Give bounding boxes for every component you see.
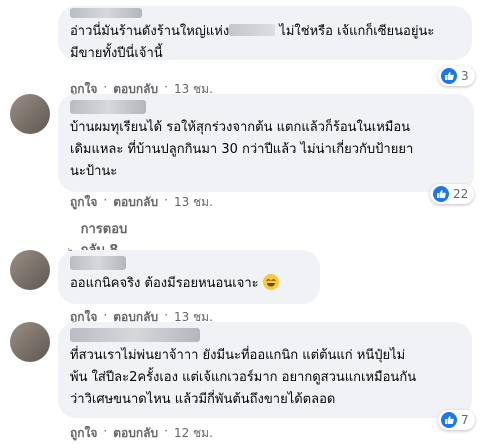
like-link[interactable]: ถูกใจ [70,193,97,212]
comment-author-blurred[interactable] [70,256,126,270]
comment-text: บ้านผมทุเรียนได้ รอให้สุกร่วงจากต้น แตกแ… [70,120,414,179]
thumbs-up-icon [441,412,457,428]
laughing-emoji-icon [262,274,279,290]
reaction-number: 7 [461,413,469,427]
reaction-count[interactable]: 3 [438,66,475,86]
comment-author-blurred[interactable] [70,328,200,342]
avatar[interactable] [10,94,50,134]
like-link[interactable]: ถูกใจ [70,424,97,443]
reply-link[interactable]: ตอบกลับ [113,424,158,443]
avatar[interactable] [10,322,50,362]
reply-link[interactable]: ตอบกลับ [113,193,158,212]
timestamp[interactable]: 13 ชม. [174,193,213,212]
reaction-count[interactable]: 22 [430,184,475,204]
avatar[interactable] [10,250,50,290]
comment-bubble[interactable]: บ้านผมทุเรียนได้ รอให้สุกร่วงจากต้น แตกแ… [58,94,474,192]
comment-text: ออแกนิคจริง ต้องมีรอยหนอนเจาะ [70,276,259,291]
comment-bubble[interactable]: อ่าวนี่มันร้านดังร้านใหญ่แห่ง ไม่ใช่หรือ… [58,6,472,61]
reaction-number: 22 [453,187,469,201]
thumbs-up-icon [441,68,457,84]
comment-author-blurred[interactable] [70,8,142,18]
comment-text: ที่สวนเราไม่พ่นยาจ้าาา ยังมีนะที่ออแกนิก… [70,348,417,407]
comment-actions: ถูกใจ · ตอบกลับ · 13 ชม. [70,193,213,212]
reaction-count[interactable]: 7 [438,410,475,430]
timestamp[interactable]: 12 ชม. [174,424,213,443]
comment-actions: ถูกใจ · ตอบกลับ · 12 ชม. [70,424,213,443]
comment-text: อ่าวนี่มันร้านดังร้านใหญ่แห่ง [70,24,230,39]
comment-bubble[interactable]: ที่สวนเราไม่พ่นยาจ้าาา ยังมีนะที่ออแกนิก… [58,322,472,418]
comment-bubble[interactable]: ออแกนิคจริง ต้องมีรอยหนอนเจาะ [58,250,320,304]
censored-word [229,24,276,36]
comment-author-blurred[interactable] [70,100,146,114]
reaction-number: 3 [461,69,469,83]
thumbs-up-icon [433,186,449,202]
